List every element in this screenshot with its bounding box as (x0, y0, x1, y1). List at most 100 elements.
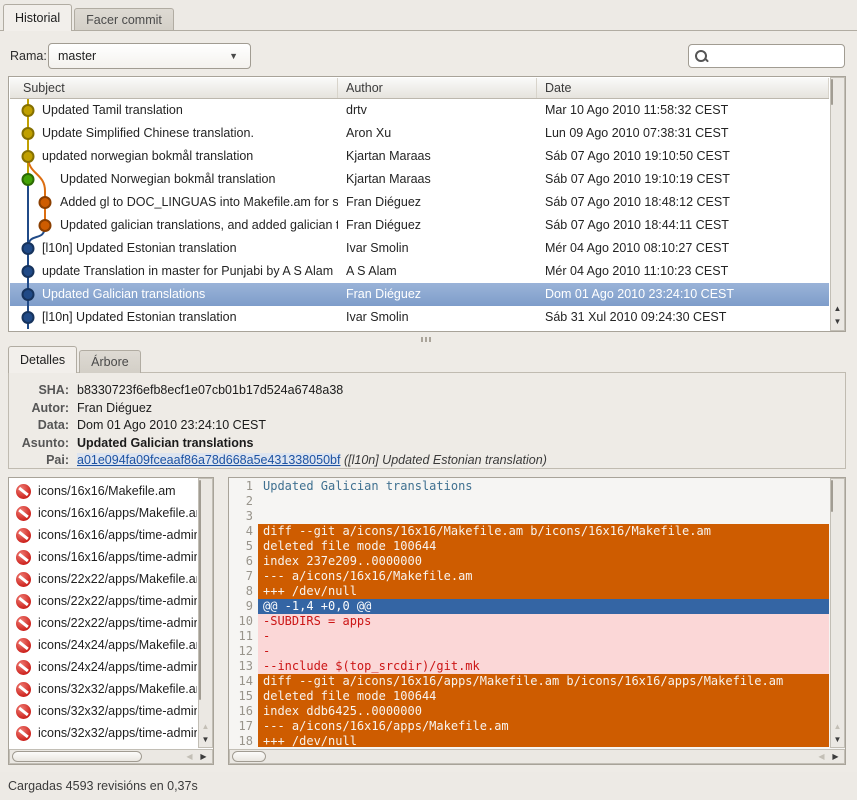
deleted-file-icon (16, 484, 31, 499)
table-row[interactable]: Added gl to DOC_LINGUAS into Makefile.am… (10, 191, 829, 214)
file-list-item[interactable]: icons/22x22/apps/time-admin (10, 590, 197, 612)
commit-date: Sáb 31 Xul 2010 09:24:30 CEST (537, 306, 829, 329)
diff-line-text (258, 509, 829, 524)
deleted-file-icon (16, 682, 31, 697)
table-row[interactable]: updated norwegian bokmål translationKjar… (10, 145, 829, 168)
file-name: icons/32x32/apps/time-admin (38, 704, 197, 718)
column-header-date[interactable]: Date (537, 78, 829, 98)
pane-splitter[interactable] (0, 333, 857, 346)
commit-list-vscrollbar[interactable]: ▲ ▼ (830, 77, 845, 331)
column-header-subject[interactable]: Subject (10, 78, 338, 98)
parent-sha-link[interactable]: a01e094fa09fceaaf86a78d668a5e431338050bf (77, 453, 340, 467)
deleted-file-icon (16, 726, 31, 741)
deleted-file-icon (16, 506, 31, 521)
file-list-item[interactable]: icons/16x16/apps/Makefile.am (10, 502, 197, 524)
files-vscrollbar[interactable]: ▲ ▼ (198, 478, 213, 748)
table-row[interactable]: [l10n] Updated Estonian translationIvar … (10, 237, 829, 260)
diff-vscrollbar[interactable]: ▲ ▼ (830, 478, 845, 748)
column-header-author[interactable]: Author (338, 78, 537, 98)
scroll-left-icon[interactable]: ◀ (183, 751, 196, 763)
diff-line-text: index 237e209..0000000 (258, 554, 829, 569)
file-list-item[interactable]: icons/22x22/apps/time-admin (10, 612, 197, 634)
commit-subject: [l10n] Updated Estonian translation (10, 237, 338, 260)
deleted-file-icon (16, 704, 31, 719)
scrollbar-thumb[interactable] (831, 79, 833, 105)
commit-author: Ivar Smolin (338, 306, 537, 329)
file-list-item[interactable]: icons/32x32/apps/Makefile.am (10, 678, 197, 700)
diff-view-pane: 1Updated Galician translations2 3 4diff … (228, 477, 846, 765)
diff-hscrollbar[interactable]: ◀ ▶ (229, 749, 845, 764)
tab-facer-commit[interactable]: Facer commit (74, 8, 174, 31)
scroll-down-icon[interactable]: ▼ (831, 316, 844, 328)
scroll-right-icon[interactable]: ▶ (829, 751, 842, 763)
commit-details-panel: SHA:b8330723f6efb8ecf1e07cb01b17d524a674… (8, 372, 846, 469)
diff-line-number: 2 (230, 494, 258, 509)
diff-line-text: --include $(top_srcdir)/git.mk (258, 659, 829, 674)
diff-line-text: --- a/icons/16x16/apps/Makefile.am (258, 719, 829, 734)
scroll-down-icon[interactable]: ▼ (199, 734, 212, 746)
commit-author: Fran Diéguez (338, 214, 537, 237)
branch-combobox[interactable]: master ▼ (48, 43, 251, 69)
tab-arbore[interactable]: Árbore (79, 350, 141, 373)
file-name: icons/22x22/apps/Makefile.am (38, 572, 197, 586)
scrollbar-thumb[interactable] (199, 480, 201, 700)
tab-historial[interactable]: Historial (3, 4, 72, 31)
scroll-up-icon[interactable]: ▲ (831, 303, 844, 315)
commit-subject: Updated Tamil translation (10, 99, 338, 122)
table-row[interactable]: Updated Norwegian bokmål translationKjar… (10, 168, 829, 191)
diff-line-number: 1 (230, 479, 258, 494)
file-list-item[interactable]: icons/16x16/apps/time-admin (10, 524, 197, 546)
file-name: icons/32x32/apps/time-admin (38, 726, 197, 740)
diff-line-number: 16 (230, 704, 258, 719)
scroll-up-icon[interactable]: ▲ (199, 721, 212, 733)
scroll-down-icon[interactable]: ▼ (831, 734, 844, 746)
file-list-item[interactable]: icons/32x32/apps/time-admin (10, 700, 197, 722)
branch-label: Rama: (10, 49, 47, 63)
diff-line-text: -SUBDIRS = apps (258, 614, 829, 629)
branch-combobox-value: master (58, 49, 96, 63)
table-row[interactable]: Update Simplified Chinese translation.Ar… (10, 122, 829, 145)
changed-files-list[interactable]: icons/16x16/Makefile.am icons/16x16/apps/… (10, 479, 197, 747)
file-list-item[interactable]: icons/24x24/apps/Makefile.am (10, 634, 197, 656)
table-row[interactable]: Updated galician translations, and added… (10, 214, 829, 237)
commit-rows: Updated Tamil translationdrtvMar 10 Ago … (10, 99, 829, 329)
deleted-file-icon (16, 572, 31, 587)
diff-line: 4diff --git a/icons/16x16/Makefile.am b/… (230, 524, 829, 539)
file-list-item[interactable]: icons/32x32/apps/time-admin (10, 722, 197, 744)
detail-fields: SHA:b8330723f6efb8ecf1e07cb01b17d524a674… (9, 382, 845, 452)
file-list-item[interactable]: icons/22x22/apps/Makefile.am (10, 568, 197, 590)
diff-line-number: 13 (230, 659, 258, 674)
file-list-item[interactable]: icons/16x16/apps/time-admin (10, 546, 197, 568)
deleted-file-icon (16, 616, 31, 631)
diff-text-view[interactable]: 1Updated Galician translations2 3 4diff … (230, 479, 829, 747)
table-row[interactable]: [l10n] Updated Estonian translationIvar … (10, 306, 829, 329)
search-input[interactable] (688, 44, 845, 68)
scrollbar-thumb[interactable] (232, 751, 266, 762)
diff-line-number: 15 (230, 689, 258, 704)
diff-line-number: 4 (230, 524, 258, 539)
commit-subject: Updated Norwegian bokmål translation (10, 168, 338, 191)
scroll-up-icon[interactable]: ▲ (831, 721, 844, 733)
commit-date: Sáb 07 Ago 2010 18:44:11 CEST (537, 214, 829, 237)
commit-date: Lun 09 Ago 2010 07:38:31 CEST (537, 122, 829, 145)
table-row[interactable]: update Translation in master for Punjabi… (10, 260, 829, 283)
file-list-item[interactable]: icons/24x24/apps/time-admin (10, 656, 197, 678)
scroll-left-icon[interactable]: ◀ (815, 751, 828, 763)
diff-line: 12- (230, 644, 829, 659)
scrollbar-thumb[interactable] (12, 751, 142, 762)
tab-detalles[interactable]: Detalles (8, 346, 77, 373)
scroll-right-icon[interactable]: ▶ (197, 751, 210, 763)
table-row[interactable]: Updated Galician translationsFran Diégue… (10, 283, 829, 306)
files-hscrollbar[interactable]: ◀ ▶ (9, 749, 213, 764)
table-row[interactable]: Updated Tamil translationdrtvMar 10 Ago … (10, 99, 829, 122)
scrollbar-thumb[interactable] (831, 480, 833, 512)
commit-subject: Update Simplified Chinese translation. (10, 122, 338, 145)
diff-line-text: +++ /dev/null (258, 584, 829, 599)
commit-date: Sáb 07 Ago 2010 18:48:12 CEST (537, 191, 829, 214)
file-list-item[interactable]: icons/16x16/Makefile.am (10, 480, 197, 502)
diff-line: 18+++ /dev/null (230, 734, 829, 747)
file-name: icons/16x16/apps/Makefile.am (38, 506, 197, 520)
detail-field: Data:Dom 01 Ago 2010 23:24:10 CEST (9, 417, 845, 435)
diff-line-text: diff --git a/icons/16x16/apps/Makefile.a… (258, 674, 829, 689)
changed-files-pane: icons/16x16/Makefile.am icons/16x16/apps/… (8, 477, 214, 765)
